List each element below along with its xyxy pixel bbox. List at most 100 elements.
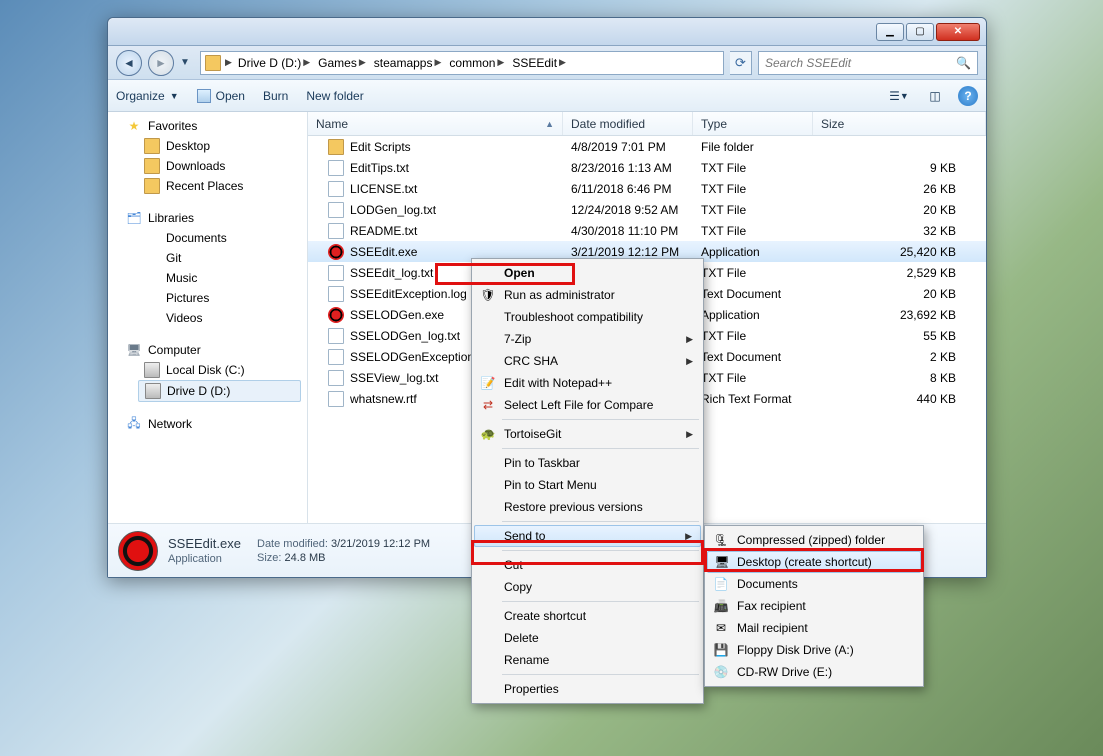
ctx-7zip[interactable]: 7-Zip [474, 328, 701, 350]
nav-item-label: Downloads [166, 159, 225, 173]
preview-pane-button[interactable]: ◫ [922, 85, 948, 107]
help-button[interactable]: ? [958, 86, 978, 106]
ctx-troubleshoot[interactable]: Troubleshoot compatibility [474, 306, 701, 328]
network-icon: 🖧 [126, 416, 142, 432]
file-icon [328, 160, 344, 176]
command-bar: Organize ▼ Open Burn New folder ☰ ▼ ◫ ? [108, 80, 986, 112]
file-size: 440 KB [813, 392, 986, 406]
desktop-icon: 🖥 [714, 554, 730, 570]
nav-item-icon [144, 310, 160, 326]
back-button[interactable]: ◄ [116, 50, 142, 76]
file-size: 2,529 KB [813, 266, 986, 280]
organize-button[interactable]: Organize ▼ [116, 89, 179, 103]
refresh-button[interactable]: ⟳ [730, 51, 752, 75]
nav-item[interactable]: Downloads [108, 156, 307, 176]
file-size: 32 KB [813, 224, 986, 238]
nav-item[interactable]: Pictures [108, 288, 307, 308]
address-bar-row: ◄ ► ▼ ▶ Drive D (D:)▶ Games▶ steamapps▶ … [108, 46, 986, 80]
open-button[interactable]: Open [197, 89, 245, 103]
ctx-compare[interactable]: ⇄Select Left File for Compare [474, 394, 701, 416]
new-folder-button[interactable]: New folder [306, 89, 363, 103]
nav-libraries[interactable]: 🗂Libraries [108, 208, 307, 228]
ctx-copy[interactable]: Copy [474, 576, 701, 598]
nav-item[interactable]: Recent Places [108, 176, 307, 196]
file-name: SSEView_log.txt [350, 371, 439, 385]
details-size: 24.8 MB [285, 552, 326, 564]
breadcrumb-seg: SSEEdit▶ [510, 56, 568, 70]
ctx-crc-sha[interactable]: CRC SHA [474, 350, 701, 372]
nav-item[interactable]: Music [108, 268, 307, 288]
maximize-button[interactable] [906, 23, 934, 41]
nav-item-label: Documents [166, 231, 227, 245]
view-options-button[interactable]: ☰ ▼ [886, 85, 912, 107]
address-bar[interactable]: ▶ Drive D (D:)▶ Games▶ steamapps▶ common… [200, 51, 724, 75]
ctx-delete[interactable]: Delete [474, 627, 701, 649]
file-type: TXT File [693, 329, 813, 343]
sendto-desktop[interactable]: 🖥Desktop (create shortcut) [707, 551, 921, 573]
sendto-floppy[interactable]: 💾Floppy Disk Drive (A:) [707, 639, 921, 661]
sendto-fax[interactable]: 📠Fax recipient [707, 595, 921, 617]
ctx-tortoisegit[interactable]: 🐢TortoiseGit [474, 423, 701, 445]
shield-icon: 🛡 [480, 287, 496, 303]
file-row[interactable]: EditTips.txt8/23/2016 1:13 AMTXT File9 K… [308, 157, 986, 178]
ctx-send-to[interactable]: Send to [474, 525, 701, 547]
star-icon: ★ [126, 118, 142, 134]
sendto-mail[interactable]: ✉Mail recipient [707, 617, 921, 639]
nav-item[interactable]: Git [108, 248, 307, 268]
breadcrumb-seg: Games▶ [316, 56, 368, 70]
file-icon [328, 391, 344, 407]
nav-item[interactable]: Documents [108, 228, 307, 248]
col-size: Size [813, 112, 986, 135]
nav-item[interactable]: Local Disk (C:) [108, 360, 307, 380]
sendto-zip[interactable]: 🗜Compressed (zipped) folder [707, 529, 921, 551]
nav-computer[interactable]: 🖥Computer [108, 340, 307, 360]
details-name: SSEEdit.exe [168, 536, 241, 551]
file-row[interactable]: README.txt4/30/2018 11:10 PMTXT File32 K… [308, 220, 986, 241]
column-headers[interactable]: Name▲ Date modified Type Size [308, 112, 986, 136]
ctx-cut[interactable]: Cut [474, 554, 701, 576]
open-icon [197, 89, 211, 103]
file-date: 3/21/2019 12:12 PM [563, 245, 693, 259]
sendto-cdrw[interactable]: 💿CD-RW Drive (E:) [707, 661, 921, 683]
nav-item[interactable]: Drive D (D:) [138, 380, 301, 402]
close-button[interactable] [936, 23, 980, 41]
file-size: 26 KB [813, 182, 986, 196]
ctx-pin-taskbar[interactable]: Pin to Taskbar [474, 452, 701, 474]
ctx-pin-start[interactable]: Pin to Start Menu [474, 474, 701, 496]
ctx-notepad[interactable]: 📝Edit with Notepad++ [474, 372, 701, 394]
search-placeholder: Search SSEEdit [765, 56, 851, 70]
ctx-rename[interactable]: Rename [474, 649, 701, 671]
file-size: 23,692 KB [813, 308, 986, 322]
search-icon: 🔍 [956, 56, 971, 70]
app-icon [118, 531, 158, 571]
file-row[interactable]: LODGen_log.txt12/24/2018 9:52 AMTXT File… [308, 199, 986, 220]
nav-item-label: Drive D (D:) [167, 384, 230, 398]
file-date: 6/11/2018 6:46 PM [563, 182, 693, 196]
nav-item-icon [144, 290, 160, 306]
file-name: README.txt [350, 224, 417, 238]
nav-network[interactable]: 🖧Network [108, 414, 307, 434]
nav-item[interactable]: Desktop [108, 136, 307, 156]
nav-item-label: Recent Places [166, 179, 243, 193]
ctx-restore[interactable]: Restore previous versions [474, 496, 701, 518]
file-name: SSELODGen.exe [350, 308, 444, 322]
nav-favorites[interactable]: ★Favorites [108, 116, 307, 136]
zip-icon: 🗜 [713, 532, 729, 548]
col-type: Type [693, 112, 813, 135]
nav-item-icon [144, 158, 160, 174]
forward-button[interactable]: ► [148, 50, 174, 76]
ctx-run-as-admin[interactable]: 🛡Run as administrator [474, 284, 701, 306]
file-type: TXT File [693, 182, 813, 196]
file-row[interactable]: Edit Scripts4/8/2019 7:01 PMFile folder [308, 136, 986, 157]
search-box[interactable]: Search SSEEdit 🔍 [758, 51, 978, 75]
nav-item[interactable]: Videos [108, 308, 307, 328]
file-row[interactable]: LICENSE.txt6/11/2018 6:46 PMTXT File26 K… [308, 178, 986, 199]
ctx-open[interactable]: Open [474, 262, 701, 284]
details-modified: 3/21/2019 12:12 PM [331, 538, 430, 550]
ctx-create-shortcut[interactable]: Create shortcut [474, 605, 701, 627]
burn-button[interactable]: Burn [263, 89, 288, 103]
ctx-properties[interactable]: Properties [474, 678, 701, 700]
history-dropdown[interactable]: ▼ [180, 57, 194, 68]
sendto-documents[interactable]: 📄Documents [707, 573, 921, 595]
minimize-button[interactable] [876, 23, 904, 41]
